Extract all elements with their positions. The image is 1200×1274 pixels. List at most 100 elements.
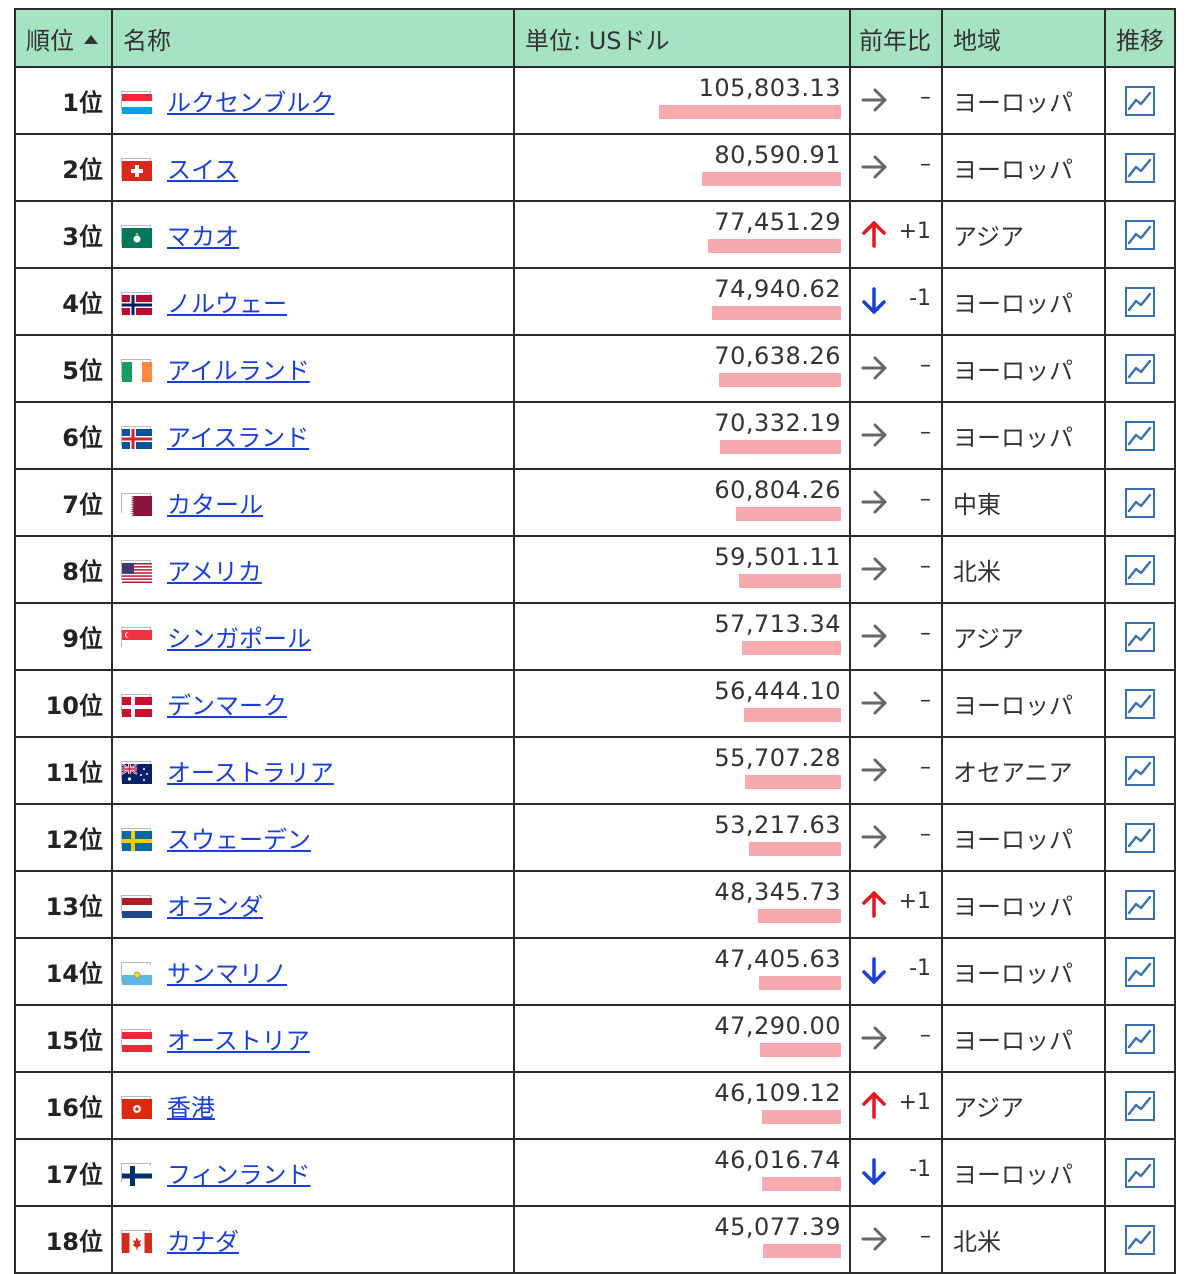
trend-chart-icon[interactable] <box>1125 621 1155 652</box>
trend-chart-icon[interactable] <box>1125 889 1155 920</box>
change-cell: -1 <box>849 1138 943 1207</box>
country-link[interactable]: ノルウェー <box>167 290 287 318</box>
value-bar <box>708 239 841 253</box>
country-link[interactable]: アイルランド <box>167 357 310 385</box>
country-link[interactable]: カタール <box>167 491 263 519</box>
value-number: 55,707.28 <box>714 744 841 772</box>
country-link[interactable]: 香港 <box>167 1094 215 1122</box>
trend-chart-icon[interactable] <box>1125 755 1155 786</box>
name-column-header[interactable]: 名称 <box>111 8 515 68</box>
change-cell: – <box>849 66 943 135</box>
change-text: – <box>920 487 931 512</box>
trend-chart-icon[interactable] <box>1125 487 1155 518</box>
change-text: – <box>920 420 931 445</box>
trend-cell <box>1104 66 1176 135</box>
name-cell: スイス <box>111 133 515 202</box>
region-cell: ヨーロッパ <box>941 401 1106 470</box>
name-cell: アイルランド <box>111 334 515 403</box>
change-text: +1 <box>898 889 931 914</box>
value-cell: 57,713.34 <box>513 602 851 671</box>
change-cell: – <box>849 803 943 872</box>
change-cell: – <box>849 736 943 805</box>
country-link[interactable]: カナダ <box>167 1228 239 1256</box>
country-link[interactable]: スウェーデン <box>167 826 311 854</box>
value-cell: 47,290.00 <box>513 1004 851 1073</box>
country-link[interactable]: デンマーク <box>167 692 287 720</box>
value-number: 57,713.34 <box>714 610 841 638</box>
rank-cell: 9位 <box>14 602 113 671</box>
value-number: 53,217.63 <box>714 811 841 839</box>
trend-chart-icon[interactable] <box>1125 1224 1155 1255</box>
change-cell: -1 <box>849 937 943 1006</box>
trend-chart-icon[interactable] <box>1125 1023 1155 1054</box>
value-cell: 74,940.62 <box>513 267 851 336</box>
table-row: 11位 オーストラリア 55,707.28 – オセアニア <box>14 736 1176 805</box>
table-row: 9位 シンガポール 57,713.34 – アジア <box>14 602 1176 671</box>
arrow-down-icon <box>861 287 887 315</box>
country-link[interactable]: アメリカ <box>167 558 262 586</box>
trend-chart-icon[interactable] <box>1125 152 1155 183</box>
table-row: 17位 フィンランド 46,016.74 -1 ヨーロッパ <box>14 1138 1176 1207</box>
arrow-right-icon <box>861 756 887 784</box>
value-cell: 70,638.26 <box>513 334 851 403</box>
trend-chart-icon[interactable] <box>1125 85 1155 116</box>
table-row: 5位 アイルランド 70,638.26 – ヨーロッパ <box>14 334 1176 403</box>
trend-chart-icon[interactable] <box>1125 219 1155 250</box>
table-row: 10位 デンマーク 56,444.10 – ヨーロッパ <box>14 669 1176 738</box>
trend-chart-icon[interactable] <box>1125 554 1155 585</box>
san-marino-flag-icon <box>121 961 152 985</box>
value-bar <box>736 507 841 521</box>
trend-chart-icon[interactable] <box>1125 688 1155 719</box>
arrow-down-icon <box>861 1158 887 1186</box>
trend-chart-icon[interactable] <box>1125 1090 1155 1121</box>
rank-column-header[interactable]: 順位 <box>14 8 113 68</box>
arrow-right-icon <box>861 823 887 851</box>
austria-flag-icon <box>121 1028 152 1052</box>
value-cell: 56,444.10 <box>513 669 851 738</box>
trend-chart-icon[interactable] <box>1125 822 1155 853</box>
country-link[interactable]: オーストラリア <box>167 759 334 787</box>
arrow-up-icon <box>861 1091 887 1119</box>
rank-cell: 17位 <box>14 1138 113 1207</box>
trend-chart-icon[interactable] <box>1125 353 1155 384</box>
trend-chart-icon[interactable] <box>1125 1157 1155 1188</box>
country-link[interactable]: サンマリノ <box>167 960 287 988</box>
region-cell: ヨーロッパ <box>941 870 1106 939</box>
name-cell: オランダ <box>111 870 515 939</box>
value-cell: 80,590.91 <box>513 133 851 202</box>
value-bar <box>702 172 841 186</box>
region-column-header[interactable]: 地域 <box>941 8 1106 68</box>
country-link[interactable]: マカオ <box>167 223 239 251</box>
trend-column-header: 推移 <box>1104 8 1176 68</box>
table-row: 1位 ルクセンブルク 105,803.13 – ヨーロッパ <box>14 66 1176 135</box>
value-bar <box>759 976 841 990</box>
value-number: 46,109.12 <box>714 1079 841 1107</box>
change-cell: – <box>849 1205 943 1274</box>
country-link[interactable]: オーストリア <box>167 1027 310 1055</box>
country-link[interactable]: アイスランド <box>167 424 309 452</box>
value-header-label: 単位: USドル <box>525 26 670 55</box>
country-link[interactable]: シンガポール <box>167 625 311 653</box>
name-cell: オーストリア <box>111 1004 515 1073</box>
arrow-up-icon <box>861 220 887 248</box>
name-cell: サンマリノ <box>111 937 515 1006</box>
trend-cell <box>1104 1205 1176 1274</box>
country-link[interactable]: スイス <box>167 156 238 184</box>
name-cell: フィンランド <box>111 1138 515 1207</box>
value-bar <box>745 775 841 789</box>
trend-chart-icon[interactable] <box>1125 286 1155 317</box>
trend-chart-icon[interactable] <box>1125 420 1155 451</box>
trend-cell <box>1104 1004 1176 1073</box>
region-cell: アジア <box>941 602 1106 671</box>
country-link[interactable]: オランダ <box>167 893 263 921</box>
country-link[interactable]: ルクセンブルク <box>167 89 334 117</box>
name-header-label: 名称 <box>123 26 171 55</box>
trend-chart-icon[interactable] <box>1125 956 1155 987</box>
change-text: -1 <box>909 956 931 981</box>
change-cell: – <box>849 133 943 202</box>
region-cell: ヨーロッパ <box>941 334 1106 403</box>
ranking-table: 順位 名称 単位: USドル 前年比 地域 推移 1位 ルクセンブルク 105,80… <box>14 8 1176 1274</box>
country-link[interactable]: フィンランド <box>167 1161 311 1189</box>
value-column-header[interactable]: 単位: USドル <box>513 8 851 68</box>
change-cell: – <box>849 468 943 537</box>
